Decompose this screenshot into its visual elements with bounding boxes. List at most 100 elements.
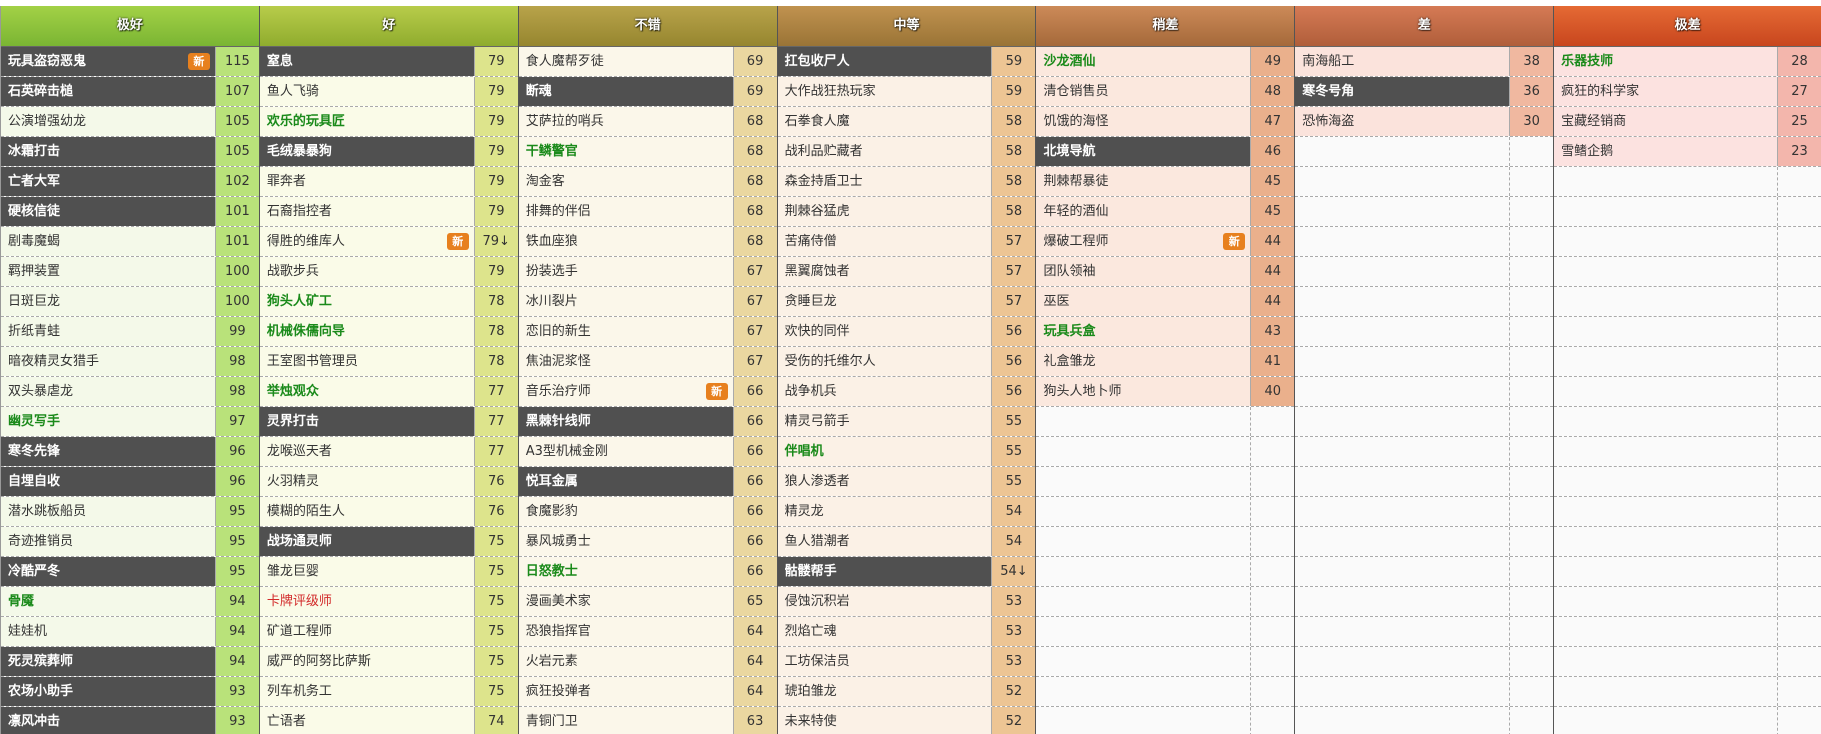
card-name[interactable]: 寒冬号角 (1295, 77, 1510, 106)
card-row[interactable]: 公演增强幼龙 105 (1, 107, 259, 137)
card-name[interactable]: 荆棘帮暴徒 (1036, 167, 1251, 196)
card-row[interactable]: 狼人渗透者 55 (777, 467, 1036, 497)
card-row[interactable]: 战利品贮藏者 58 (777, 137, 1036, 167)
card-row[interactable]: 战场通灵师 75 (259, 527, 518, 557)
card-name[interactable]: 死灵殡葬师 (1, 647, 215, 676)
card-row[interactable]: 干鳞警官 68 (518, 137, 777, 167)
card-row[interactable]: 年轻的酒仙 45 (1036, 197, 1295, 227)
card-row[interactable]: 艾萨拉的哨兵 68 (518, 107, 777, 137)
card-row[interactable]: 举烛观众 77 (259, 377, 518, 407)
card-row[interactable]: 玩具盗窃恶鬼 新 115 (1, 47, 259, 77)
card-row[interactable]: 卡牌评级师 75 (259, 587, 518, 617)
card-name[interactable]: 奇迹推销员 (1, 527, 215, 556)
card-name[interactable]: 青铜门卫 (518, 707, 733, 734)
card-name[interactable]: 羁押装置 (1, 257, 215, 286)
card-name[interactable]: 窒息 (259, 47, 474, 76)
card-name[interactable]: 日怒教士 (518, 557, 733, 586)
card-row[interactable]: 羁押装置 100 (1, 257, 259, 287)
card-name[interactable]: 焦油泥浆怪 (518, 347, 733, 376)
card-row[interactable]: 寒冬号角 36 (1295, 77, 1554, 107)
card-row[interactable]: 灵界打击 77 (259, 407, 518, 437)
card-name[interactable]: 冰川裂片 (518, 287, 733, 316)
card-name[interactable]: 火羽精灵 (259, 467, 474, 496)
card-row[interactable]: 得胜的维库人 新 79↓ (259, 227, 518, 257)
card-row[interactable]: 石裔指控者 79 (259, 197, 518, 227)
card-row[interactable]: 王室图书管理员 78 (259, 347, 518, 377)
card-name[interactable]: 黑棘针线师 (518, 407, 733, 436)
card-name[interactable]: 大作战狂热玩家 (777, 77, 992, 106)
card-name[interactable]: 得胜的维库人 新 (259, 227, 474, 256)
card-row[interactable]: 食人魔帮歹徒 69 (518, 47, 777, 77)
card-name[interactable]: 精灵龙 (777, 497, 992, 526)
card-row[interactable]: 折纸青蛙 99 (1, 317, 259, 347)
card-row[interactable]: 未来特使 52 (777, 707, 1036, 734)
card-row[interactable]: A3型机械金刚 66 (518, 437, 777, 467)
card-row[interactable]: 森金持盾卫士 58 (777, 167, 1036, 197)
card-name[interactable]: 石拳食人魔 (777, 107, 992, 136)
card-row[interactable]: 宝藏经销商 25 (1554, 107, 1821, 137)
card-row[interactable]: 漫画美术家 65 (518, 587, 777, 617)
card-row[interactable]: 硬核信徒 101 (1, 197, 259, 227)
card-name[interactable]: 疯狂的科学家 (1554, 77, 1778, 106)
card-name[interactable]: 森金持盾卫士 (777, 167, 992, 196)
card-row[interactable]: 伴唱机 55 (777, 437, 1036, 467)
card-row[interactable]: 冷酷严冬 95 (1, 557, 259, 587)
card-row[interactable]: 断魂 69 (518, 77, 777, 107)
card-name[interactable]: 巫医 (1036, 287, 1251, 316)
card-name[interactable]: 玩具兵盒 (1036, 317, 1251, 346)
card-row[interactable]: 青铜门卫 63 (518, 707, 777, 734)
card-row[interactable]: 农场小助手 93 (1, 677, 259, 707)
card-name[interactable]: 艾萨拉的哨兵 (518, 107, 733, 136)
card-row[interactable]: 冰霜打击 105 (1, 137, 259, 167)
card-name[interactable]: 剧毒魔蝎 (1, 227, 215, 256)
tier-header[interactable]: 不错 (518, 6, 777, 47)
card-row[interactable]: 乐器技师 28 (1554, 47, 1821, 77)
card-row[interactable]: 欢快的同伴 56 (777, 317, 1036, 347)
card-name[interactable]: 饥饿的海怪 (1036, 107, 1251, 136)
card-name[interactable]: 狗头人地卜师 (1036, 377, 1251, 406)
card-name[interactable]: 自埋自收 (1, 467, 215, 496)
card-row[interactable]: 日斑巨龙 100 (1, 287, 259, 317)
card-row[interactable]: 荆棘帮暴徒 45 (1036, 167, 1295, 197)
card-name[interactable]: 年轻的酒仙 (1036, 197, 1251, 226)
card-row[interactable]: 扛包收尸人 59 (777, 47, 1036, 77)
card-name[interactable]: 礼盒雏龙 (1036, 347, 1251, 376)
card-name[interactable]: 狼人渗透者 (777, 467, 992, 496)
card-row[interactable]: 爆破工程师 新 44 (1036, 227, 1295, 257)
card-row[interactable]: 疯狂投弹者 64 (518, 677, 777, 707)
card-row[interactable]: 鱼人飞骑 79 (259, 77, 518, 107)
card-row[interactable]: 雪鳍企鹅 23 (1554, 137, 1821, 167)
card-row[interactable]: 双头暴虐龙 98 (1, 377, 259, 407)
card-row[interactable]: 音乐治疗师 新 66 (518, 377, 777, 407)
card-row[interactable]: 团队领袖 44 (1036, 257, 1295, 287)
card-name[interactable]: 鱼人飞骑 (259, 77, 474, 106)
card-row[interactable]: 矿道工程师 75 (259, 617, 518, 647)
tier-header[interactable]: 中等 (777, 6, 1036, 47)
card-row[interactable]: 淘金客 68 (518, 167, 777, 197)
card-row[interactable]: 恋旧的新生 67 (518, 317, 777, 347)
card-name[interactable]: 狗头人矿工 (259, 287, 474, 316)
card-row[interactable]: 恐怖海盗 30 (1295, 107, 1554, 137)
card-row[interactable]: 幽灵写手 97 (1, 407, 259, 437)
card-name[interactable]: 伴唱机 (777, 437, 992, 466)
card-name[interactable]: 威严的阿努比萨斯 (259, 647, 474, 676)
card-row[interactable]: 饥饿的海怪 47 (1036, 107, 1295, 137)
card-name[interactable]: 幽灵写手 (1, 407, 215, 436)
card-name[interactable]: 石英碎击槌 (1, 77, 215, 106)
card-row[interactable]: 悦耳金属 66 (518, 467, 777, 497)
tier-header[interactable]: 稍差 (1036, 6, 1295, 47)
card-name[interactable]: 音乐治疗师 新 (518, 377, 733, 406)
card-name[interactable]: 北境导航 (1036, 137, 1251, 166)
card-name[interactable]: 玩具盗窃恶鬼 新 (1, 47, 215, 76)
card-row[interactable]: 欢乐的玩具匠 79 (259, 107, 518, 137)
card-name[interactable]: 乐器技师 (1554, 47, 1778, 76)
card-name[interactable]: 疯狂投弹者 (518, 677, 733, 706)
card-row[interactable]: 潜水跳板船员 95 (1, 497, 259, 527)
card-name[interactable]: 战歌步兵 (259, 257, 474, 286)
card-name[interactable]: 工坊保洁员 (777, 647, 992, 676)
card-row[interactable]: 南海船工 38 (1295, 47, 1554, 77)
card-row[interactable]: 罪奔者 79 (259, 167, 518, 197)
card-name[interactable]: 罪奔者 (259, 167, 474, 196)
card-row[interactable]: 石拳食人魔 58 (777, 107, 1036, 137)
card-name[interactable]: 清仓销售员 (1036, 77, 1251, 106)
